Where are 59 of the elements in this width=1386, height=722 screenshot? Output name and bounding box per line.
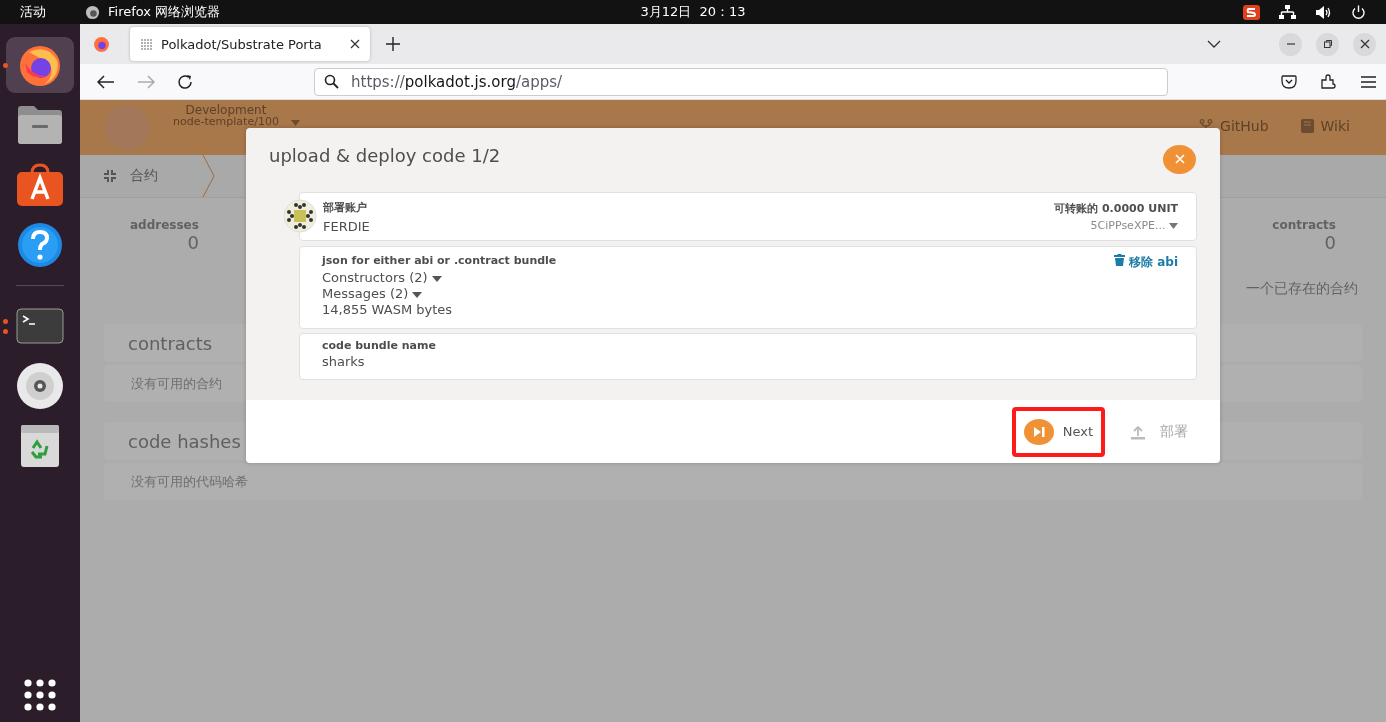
close-icon[interactable]: [350, 39, 360, 49]
caret-icon: [431, 276, 442, 282]
caret-icon: [412, 292, 423, 298]
recycle-bin-icon: [20, 424, 60, 468]
account-selector[interactable]: 部署账户 FERDIE 可转账的 0.0000 UNIT 5CiPPseXPE...: [299, 192, 1197, 241]
trash-icon: [1113, 254, 1125, 266]
close-icon: [1359, 39, 1370, 49]
modal-title: upload & deploy code 1/2: [269, 144, 501, 166]
disc-icon: [16, 362, 64, 410]
firefox-launcher[interactable]: [6, 37, 74, 93]
chevron-down-icon[interactable]: [1207, 40, 1221, 48]
minimize-button[interactable]: [1279, 32, 1302, 56]
close-button[interactable]: [1353, 32, 1376, 56]
help-icon: [17, 222, 63, 268]
app-icon: [85, 4, 100, 20]
input-method-icon[interactable]: [1243, 4, 1260, 20]
search-icon: [324, 74, 339, 89]
breadcrumb-separator: [202, 155, 216, 197]
messages-toggle[interactable]: Messages (2): [322, 286, 557, 302]
menu-icon[interactable]: [1361, 75, 1376, 88]
clock[interactable]: 3月12日 20：13: [640, 3, 746, 21]
hint-text: 一个已存在的合约: [1246, 280, 1358, 298]
reload-icon[interactable]: [177, 73, 193, 90]
address-bar[interactable]: https://polkadot.js.org/apps/: [314, 67, 1168, 96]
caret-icon: [1169, 223, 1178, 229]
book-icon: [1300, 119, 1314, 133]
collapse-icon: [103, 169, 117, 183]
skip-forward-icon: [1023, 418, 1054, 445]
dots-icon: [140, 37, 153, 51]
restore-button[interactable]: [1316, 32, 1339, 56]
shopping-bag-icon: [16, 163, 64, 207]
stat-label: contracts: [1272, 218, 1336, 232]
empty-row: 没有可用的代码哈希: [104, 463, 1362, 500]
app-menu[interactable]: Firefox 网络浏览器: [108, 3, 221, 21]
network-icon[interactable]: [1279, 4, 1296, 20]
remove-abi-link[interactable]: 移除 abi: [1113, 254, 1178, 271]
stat-label: addresses: [130, 218, 199, 232]
close-icon: [1174, 154, 1185, 164]
stat-value: 0: [1324, 232, 1336, 253]
folder-icon: [16, 105, 64, 145]
volume-icon[interactable]: [1315, 4, 1332, 20]
stat-value: 0: [187, 232, 199, 253]
power-icon[interactable]: [1351, 4, 1366, 20]
terminal-icon: [16, 308, 64, 344]
app-grid-icon[interactable]: [23, 678, 57, 712]
abi-upload-field[interactable]: json for either abi or .contract bundle Constructors (2) Messages (2) 14,855 WASM bytes 移除 abi: [299, 246, 1197, 329]
browser-tab[interactable]: Polkadot/Substrate Porta: [130, 27, 370, 61]
firefox-icon[interactable]: [93, 35, 110, 53]
activities-button[interactable]: 活动: [20, 3, 46, 21]
restore-icon: [1322, 39, 1333, 49]
constructors-toggle[interactable]: Constructors (2): [322, 270, 557, 286]
bundle-name-field[interactable]: code bundle name sharks: [299, 333, 1197, 380]
pocket-icon[interactable]: [1281, 74, 1297, 89]
back-icon[interactable]: [97, 74, 115, 89]
minimize-icon: [1286, 43, 1295, 45]
new-tab-icon[interactable]: [386, 37, 400, 51]
wasm-size: 14,855 WASM bytes: [322, 302, 454, 318]
extensions-icon[interactable]: [1321, 73, 1337, 90]
upload-icon: [1130, 423, 1146, 440]
